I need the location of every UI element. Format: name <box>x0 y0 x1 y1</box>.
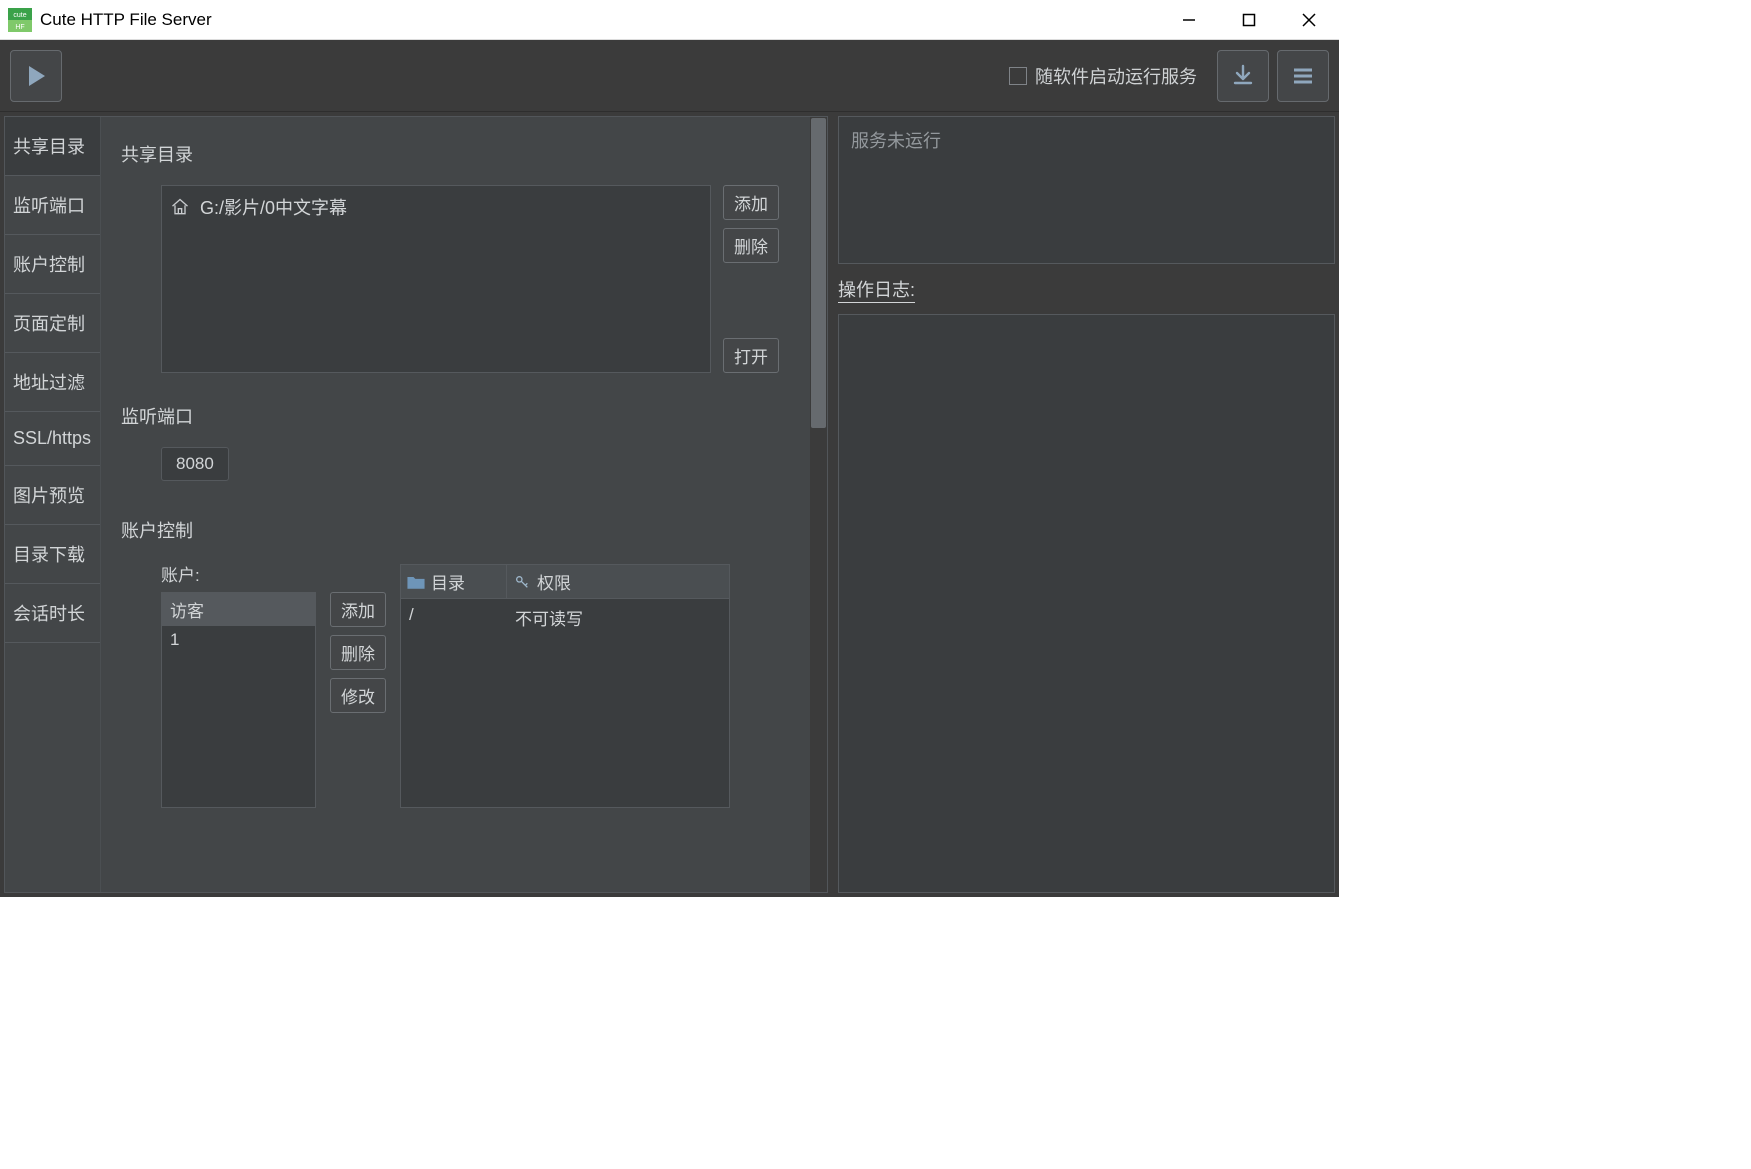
perm-value-cell: 不可读写 <box>507 599 729 636</box>
nav-dir-download[interactable]: 目录下载 <box>5 525 100 584</box>
permission-row[interactable]: / 不可读写 <box>401 599 729 636</box>
share-dir-list[interactable]: G:/影片/0中文字幕 <box>161 185 711 373</box>
status-pane: 服务未运行 操作日志: <box>838 116 1335 893</box>
log-box[interactable] <box>838 314 1335 893</box>
perm-header-perm[interactable]: 权限 <box>507 565 729 598</box>
start-service-button[interactable] <box>10 50 62 102</box>
toolbar: 随软件启动运行服务 <box>0 40 1339 112</box>
menu-button[interactable] <box>1277 50 1329 102</box>
permissions-table: 目录 权限 <box>400 564 730 808</box>
permissions-header: 目录 权限 <box>400 564 730 599</box>
run-on-startup-checkbox[interactable]: 随软件启动运行服务 <box>1009 63 1197 89</box>
account-add-button[interactable]: 添加 <box>330 592 386 627</box>
key-icon <box>513 574 531 590</box>
download-button[interactable] <box>1217 50 1269 102</box>
app-icon: cute HF <box>8 8 32 32</box>
window-minimize-button[interactable] <box>1159 0 1219 39</box>
settings-scrollbar[interactable] <box>810 117 827 892</box>
account-remove-button[interactable]: 删除 <box>330 635 386 670</box>
account-edit-button[interactable]: 修改 <box>330 678 386 713</box>
account-item[interactable]: 访客 <box>162 593 315 626</box>
window-close-button[interactable] <box>1279 0 1339 39</box>
accounts-section-title: 账户控制 <box>121 517 801 543</box>
account-item[interactable]: 1 <box>162 626 315 654</box>
nav-listen-port[interactable]: 监听端口 <box>5 176 100 235</box>
perm-dir-cell: / <box>401 599 507 636</box>
share-remove-button[interactable]: 删除 <box>723 228 779 263</box>
play-icon <box>23 63 49 89</box>
port-section-title: 监听端口 <box>121 403 801 429</box>
run-on-startup-label: 随软件启动运行服务 <box>1035 63 1197 89</box>
settings-nav: 共享目录 监听端口 账户控制 页面定制 地址过滤 SSL/https 图片预览 … <box>5 117 101 892</box>
share-add-button[interactable]: 添加 <box>723 185 779 220</box>
nav-share-dir[interactable]: 共享目录 <box>5 117 100 176</box>
settings-content: 共享目录 G:/影片/0中文字幕 添加 删除 <box>101 117 827 892</box>
nav-page-custom[interactable]: 页面定制 <box>5 294 100 353</box>
nav-image-preview[interactable]: 图片预览 <box>5 466 100 525</box>
checkbox-icon <box>1009 67 1027 85</box>
hamburger-icon <box>1290 63 1316 89</box>
svg-text:HF: HF <box>15 24 24 31</box>
svg-text:cute: cute <box>13 12 26 19</box>
folder-icon <box>407 574 425 590</box>
nav-session-timeout[interactable]: 会话时长 <box>5 584 100 643</box>
share-dir-item[interactable]: G:/影片/0中文字幕 <box>170 192 702 222</box>
nav-address-filter[interactable]: 地址过滤 <box>5 353 100 412</box>
accounts-list[interactable]: 访客 1 <box>161 592 316 808</box>
download-icon <box>1230 63 1256 89</box>
share-dir-path: G:/影片/0中文字幕 <box>200 194 347 220</box>
nav-accounts[interactable]: 账户控制 <box>5 235 100 294</box>
service-status-box: 服务未运行 <box>838 116 1335 264</box>
settings-pane: 共享目录 监听端口 账户控制 页面定制 地址过滤 SSL/https 图片预览 … <box>4 116 828 893</box>
service-status-text: 服务未运行 <box>851 131 941 151</box>
app-title: Cute HTTP File Server <box>40 10 1159 30</box>
log-label: 操作日志: <box>838 272 1335 306</box>
titlebar: cute HF Cute HTTP File Server <box>0 0 1339 40</box>
scrollbar-thumb[interactable] <box>811 118 826 428</box>
home-icon <box>170 197 190 217</box>
share-section-title: 共享目录 <box>121 141 801 167</box>
share-open-button[interactable]: 打开 <box>723 338 779 373</box>
port-input[interactable]: 8080 <box>161 447 229 481</box>
perm-header-dir[interactable]: 目录 <box>401 565 507 598</box>
window-maximize-button[interactable] <box>1219 0 1279 39</box>
nav-ssl-https[interactable]: SSL/https <box>5 412 100 466</box>
